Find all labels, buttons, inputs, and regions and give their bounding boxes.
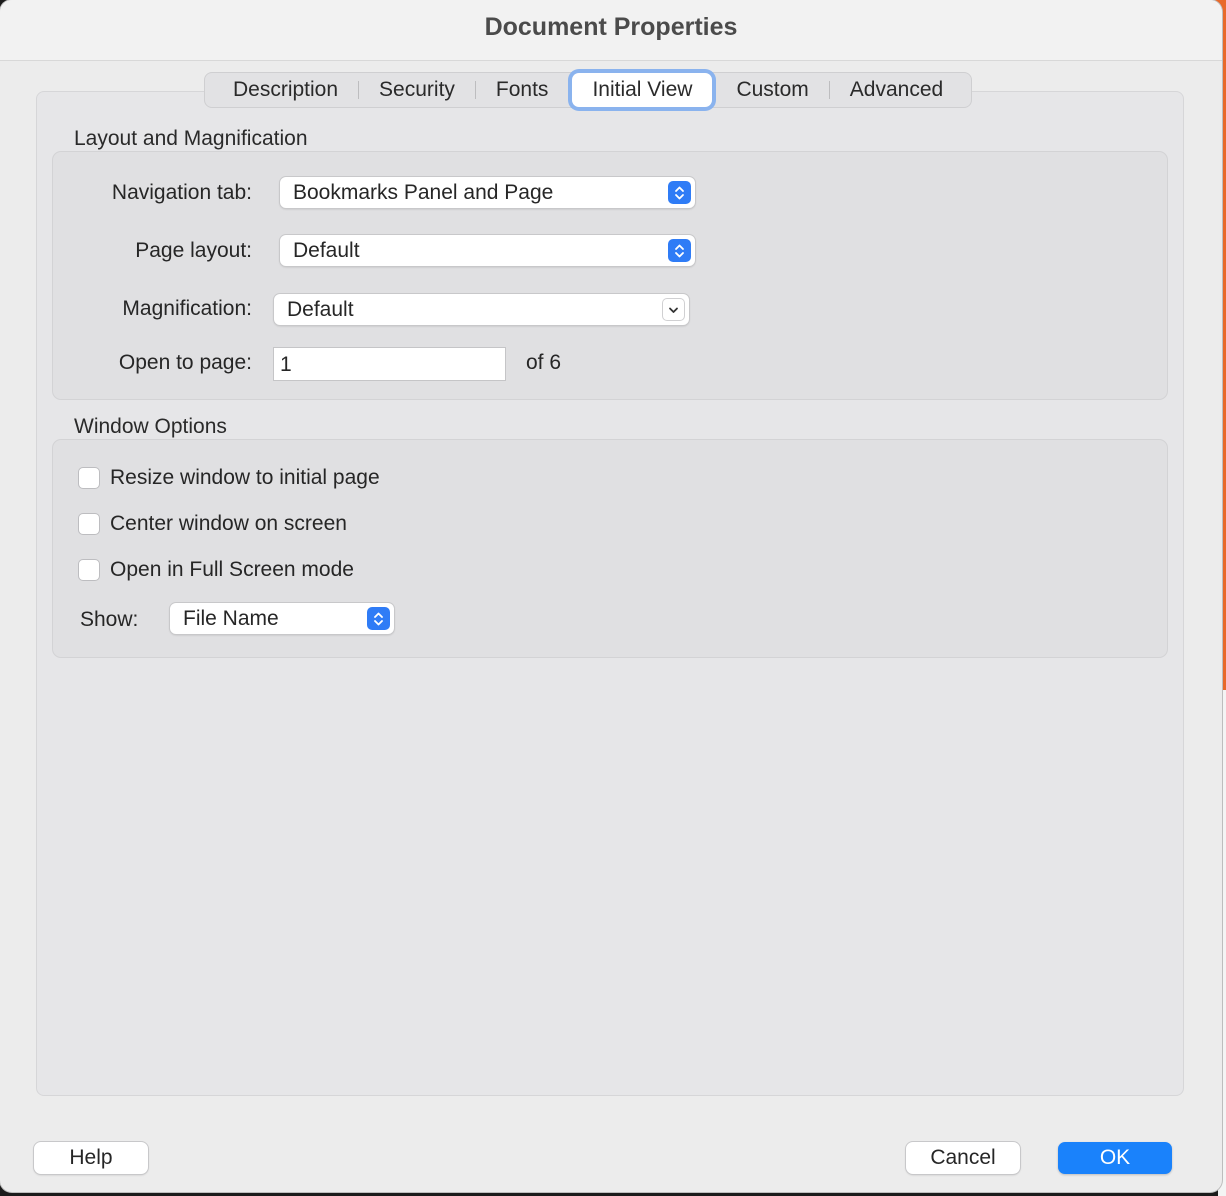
magnification-value: Default: [287, 298, 354, 321]
open-to-page-input[interactable]: 1: [273, 347, 506, 381]
center-window-label: Center window on screen: [110, 512, 347, 535]
show-label: Show:: [80, 608, 139, 631]
page-layout-select[interactable]: Default: [280, 235, 695, 266]
navigation-tab-value: Bookmarks Panel and Page: [293, 181, 554, 204]
dialog-title: Document Properties: [484, 13, 738, 41]
up-down-arrows-icon: [668, 181, 691, 204]
tab-fonts[interactable]: Fonts: [476, 73, 569, 107]
tab-advanced[interactable]: Advanced: [830, 73, 963, 107]
magnification-combobox[interactable]: Default: [274, 294, 689, 325]
document-properties-dialog: Document Properties Description Security…: [0, 0, 1222, 1192]
ok-button[interactable]: OK: [1058, 1142, 1172, 1174]
chevron-down-icon[interactable]: [663, 299, 684, 320]
navigation-tab-select[interactable]: Bookmarks Panel and Page: [280, 177, 695, 208]
tab-initial-view[interactable]: Initial View: [572, 73, 713, 107]
up-down-arrows-icon: [367, 607, 390, 630]
tab-custom[interactable]: Custom: [716, 73, 828, 107]
page-layout-label: Page layout:: [135, 239, 252, 262]
layout-section-title: Layout and Magnification: [74, 127, 308, 150]
resize-window-checkbox[interactable]: [78, 467, 100, 489]
page-layout-value: Default: [293, 239, 360, 262]
resize-window-label: Resize window to initial page: [110, 466, 380, 489]
total-pages-text: of 6: [526, 351, 562, 374]
center-window-checkbox[interactable]: [78, 513, 100, 535]
full-screen-option[interactable]: Open in Full Screen mode: [78, 558, 354, 582]
full-screen-label: Open in Full Screen mode: [110, 558, 354, 581]
tab-description[interactable]: Description: [213, 73, 358, 107]
title-bar: Document Properties: [0, 0, 1222, 61]
help-button[interactable]: Help: [34, 1142, 148, 1174]
full-screen-checkbox[interactable]: [78, 559, 100, 581]
center-window-option[interactable]: Center window on screen: [78, 512, 347, 536]
open-to-page-label: Open to page:: [118, 351, 252, 374]
show-value: File Name: [183, 607, 279, 630]
tab-security[interactable]: Security: [359, 73, 475, 107]
magnification-label: Magnification:: [122, 297, 252, 320]
tab-bar: Description Security Fonts Initial View …: [204, 72, 973, 108]
show-select[interactable]: File Name: [170, 603, 394, 634]
up-down-arrows-icon: [668, 239, 691, 262]
navigation-tab-label: Navigation tab:: [111, 181, 252, 204]
resize-window-option[interactable]: Resize window to initial page: [78, 466, 380, 490]
cancel-button[interactable]: Cancel: [906, 1142, 1020, 1174]
window-options-title: Window Options: [74, 415, 227, 438]
